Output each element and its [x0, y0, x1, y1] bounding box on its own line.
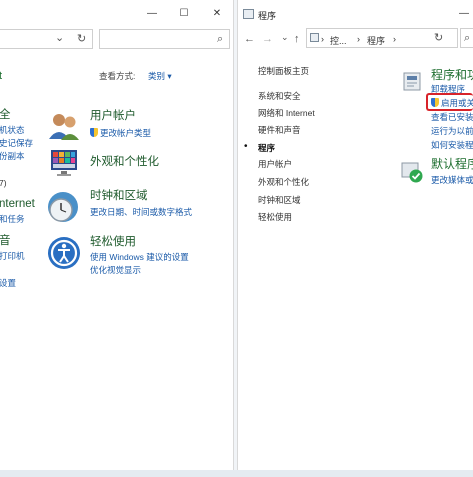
sidebar-item-system-security[interactable]: 系统和安全	[258, 90, 301, 102]
sidebar-item-ease-of-access[interactable]: 轻松使用	[258, 211, 292, 223]
address-bar[interactable]: ⌄ ↻	[0, 29, 93, 49]
change-date-time-link[interactable]: 更改日期、时间或数字格式	[90, 206, 192, 218]
category-hardware-title[interactable]: 音	[0, 235, 11, 247]
run-older-programs-link[interactable]: 运行为以前	[431, 125, 473, 137]
breadcrumb-separator: ›	[357, 34, 360, 44]
category-link[interactable]: 机状态	[0, 124, 25, 136]
control-panel-icon	[310, 33, 319, 42]
sidebar-item-clock-region[interactable]: 时钟和区域	[258, 194, 301, 206]
sidebar-item-programs[interactable]: 程序	[258, 142, 275, 154]
uac-shield-icon	[90, 128, 98, 137]
recent-locations-icon[interactable]: ⌄	[281, 30, 289, 44]
breadcrumb-programs[interactable]: 程序	[367, 34, 385, 47]
back-button[interactable]: ←	[244, 32, 255, 46]
bottom-border	[0, 470, 473, 477]
breadcrumb-separator: ›	[321, 34, 324, 44]
breadcrumb-separator: ›	[393, 34, 396, 44]
view-by-dropdown[interactable]: 类别 ▾	[148, 70, 172, 82]
sidebar-item-hardware-sound[interactable]: 硬件和声音	[258, 124, 301, 136]
clock-region-icon	[48, 192, 78, 222]
sidebar-item-home[interactable]: 控制面板主页	[258, 65, 309, 77]
view-installed-updates-link[interactable]: 查看已安装	[431, 111, 473, 123]
title-bar: 程序 —	[238, 0, 473, 28]
address-dropdown-icon[interactable]: ⌄	[55, 31, 64, 45]
control-panel-window-left: — ☐ ✕ ⌄ ↻ ⌕ t 查看方式: 类别 ▾ 全 机状态 史记保存 份副本 …	[0, 0, 234, 470]
ease-of-access-icon	[48, 237, 80, 269]
category-network-title[interactable]: nternet	[0, 198, 35, 210]
category-link[interactable]: 设置	[0, 277, 16, 289]
windows-suggested-settings-link[interactable]: 使用 Windows 建议的设置	[90, 251, 189, 263]
sidebar-item-appearance[interactable]: 外观和个性化	[258, 176, 309, 188]
window-title: 程序	[258, 11, 277, 21]
optimize-visual-display-link[interactable]: 优化视觉显示	[90, 264, 141, 276]
active-item-bullet: •	[244, 141, 248, 152]
view-by-label: 查看方式:	[99, 71, 136, 81]
sidebar-item-network[interactable]: 网络和 Internet	[258, 107, 315, 119]
search-input[interactable]: ⌕	[99, 29, 230, 49]
close-button[interactable]: ✕	[211, 8, 223, 20]
category-clock-region-title[interactable]: 时钟和区域	[90, 190, 148, 202]
address-bar[interactable]: › 控... › 程序 › ↻	[306, 28, 458, 48]
programs-features-icon	[403, 72, 421, 91]
category-link[interactable]: 7)	[0, 177, 7, 189]
refresh-icon[interactable]: ↻	[434, 31, 443, 45]
category-link[interactable]: 和任务	[0, 213, 25, 225]
forward-button[interactable]: →	[262, 32, 273, 46]
search-icon[interactable]: ⌕	[464, 31, 470, 45]
window-icon	[243, 9, 254, 19]
search-icon[interactable]: ⌕	[217, 32, 223, 46]
highlight-box	[426, 93, 473, 111]
user-accounts-icon	[49, 114, 79, 140]
category-link[interactable]: 史记保存	[0, 137, 33, 149]
up-button[interactable]: ↑	[294, 32, 300, 46]
sidebar-item-user-accounts[interactable]: 用户帐户	[258, 158, 292, 170]
page-title-fragment: t	[0, 70, 2, 82]
change-media-defaults-link[interactable]: 更改媒体或	[431, 174, 473, 186]
category-system-security-title[interactable]: 全	[0, 109, 11, 121]
minimize-button[interactable]: —	[146, 8, 158, 20]
title-bar: — ☐ ✕	[0, 0, 233, 28]
refresh-icon[interactable]: ↻	[77, 32, 86, 46]
how-to-install-link[interactable]: 如何安装程	[431, 139, 473, 151]
programs-features-title[interactable]: 程序和功	[431, 69, 473, 81]
category-ease-of-access-title[interactable]: 轻松使用	[90, 236, 136, 248]
default-programs-icon	[401, 162, 423, 183]
programs-window: 程序 — ← → ⌄ ↑ › 控... › 程序 › ↻ ⌕ 控制面板主页 系统…	[237, 0, 473, 470]
category-appearance-title[interactable]: 外观和个性化	[90, 156, 159, 168]
default-programs-title[interactable]: 默认程序	[431, 158, 473, 170]
minimize-button[interactable]: —	[458, 8, 470, 20]
category-user-accounts-title[interactable]: 用户帐户	[90, 110, 136, 122]
change-account-type-link[interactable]: 更改帐户类型	[90, 127, 151, 139]
search-input[interactable]: ⌕	[460, 28, 473, 48]
maximize-button[interactable]: ☐	[178, 8, 190, 20]
appearance-personalization-icon	[51, 150, 77, 176]
category-link[interactable]: 打印机	[0, 250, 25, 262]
breadcrumb-control-panel[interactable]: 控...	[330, 34, 347, 47]
category-link[interactable]: 份副本	[0, 150, 25, 162]
